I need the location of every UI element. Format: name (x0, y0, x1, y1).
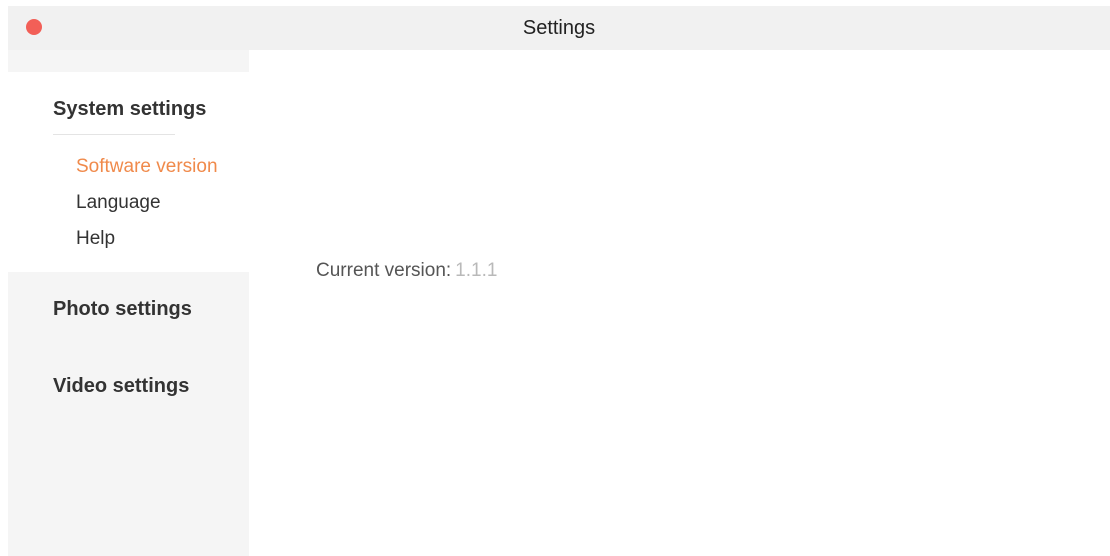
current-version-value: 1.1.1 (455, 260, 498, 281)
settings-sidebar: System settings Software version Languag… (8, 50, 249, 556)
sidebar-group-photo-settings[interactable]: Photo settings (53, 298, 192, 321)
sidebar-item-software-version[interactable]: Software version (76, 156, 218, 178)
title-bar: Settings (8, 6, 1110, 50)
sidebar-item-help[interactable]: Help (76, 228, 115, 250)
settings-window: Settings System settings Software versio… (8, 6, 1110, 556)
sidebar-item-language[interactable]: Language (76, 192, 161, 214)
sidebar-divider (53, 134, 175, 135)
current-version-label: Current version: (316, 260, 452, 281)
current-version-row: Current version: 1.1.1 (316, 260, 497, 282)
sidebar-group-system-settings[interactable]: System settings (53, 98, 206, 121)
window-title: Settings (522, 17, 596, 39)
sidebar-group-video-settings[interactable]: Video settings (53, 375, 189, 398)
settings-content: Current version: 1.1.1 (249, 50, 1110, 556)
